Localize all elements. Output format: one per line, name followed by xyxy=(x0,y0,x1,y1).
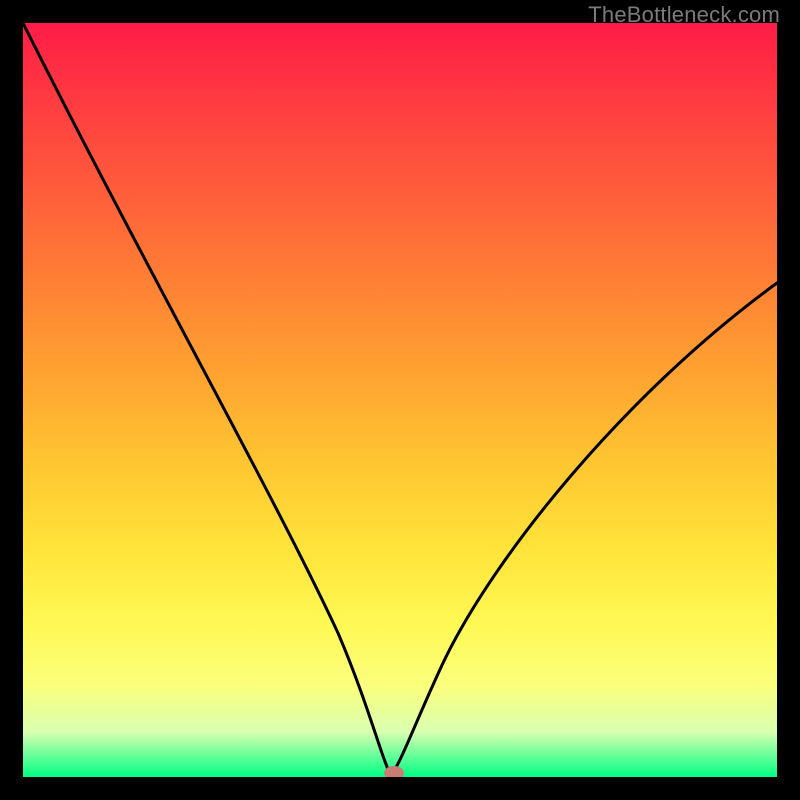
curve-right-path xyxy=(391,283,777,775)
chart-frame: TheBottleneck.com xyxy=(0,0,800,800)
plot-area xyxy=(23,23,777,777)
min-point-marker xyxy=(384,766,404,777)
watermark-label: TheBottleneck.com xyxy=(588,2,780,28)
bottleneck-curve xyxy=(23,23,777,777)
curve-left-path xyxy=(23,23,391,775)
